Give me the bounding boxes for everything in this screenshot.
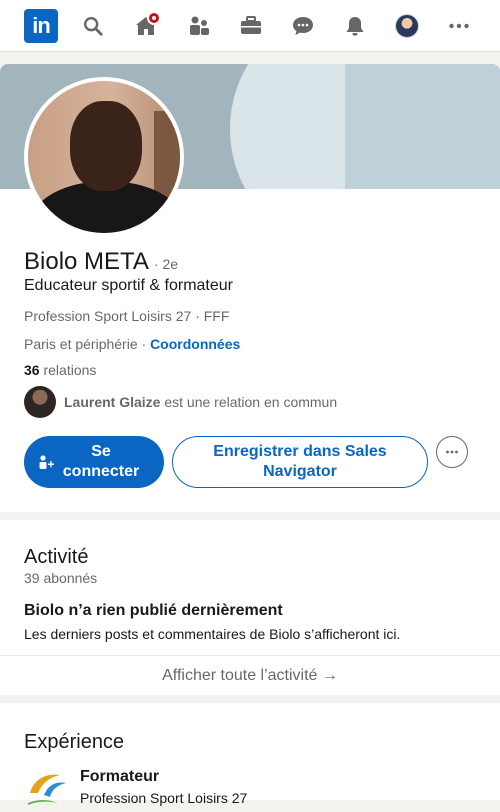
- notification-badge: [147, 11, 161, 25]
- followers-count: 39 abonnés: [24, 570, 98, 586]
- home-icon[interactable]: [130, 10, 162, 42]
- profile-name: Biolo META: [24, 248, 149, 275]
- experience-item-title: Formateur: [80, 768, 160, 785]
- notifications-icon[interactable]: [339, 10, 371, 42]
- mutual-suffix: est une relation en commun: [160, 394, 338, 410]
- name-row: Biolo META · 2e: [24, 248, 178, 276]
- profile-photo[interactable]: [24, 77, 184, 237]
- sales-navigator-label: Enregistrer dans Sales Navigator: [213, 443, 387, 480]
- activity-card: Activité 39 abonnés Biolo n’a rien publi…: [0, 520, 500, 695]
- contact-info-link[interactable]: Coordonnées: [150, 336, 240, 352]
- show-all-activity-link[interactable]: Afficher toute l’activité →: [0, 655, 500, 695]
- connect-label: Se connecter: [62, 443, 140, 480]
- activity-empty-title: Biolo n’a rien publié dernièrement: [24, 602, 283, 619]
- location-text: Paris et périphérie ·: [24, 336, 151, 352]
- network-icon[interactable]: [183, 10, 215, 42]
- mutual-connection-text: Laurent Glaize est une relation en commu…: [64, 394, 337, 410]
- profile-location: Paris et périphérie · Coordonnées: [24, 336, 240, 352]
- profile-headline: Educateur sportif & formateur: [24, 277, 233, 294]
- linkedin-logo[interactable]: in: [24, 9, 58, 43]
- add-person-icon: [38, 454, 54, 470]
- relations-number: 36: [24, 362, 40, 378]
- avatar: [395, 14, 419, 38]
- more-icon[interactable]: [443, 10, 475, 42]
- messaging-icon[interactable]: [287, 10, 319, 42]
- ellipsis-icon: [446, 450, 458, 454]
- connection-degree: · 2e: [153, 256, 179, 272]
- mutual-connection[interactable]: Laurent Glaize est une relation en commu…: [24, 386, 337, 418]
- search-icon[interactable]: [77, 10, 109, 42]
- top-nav: in: [0, 0, 500, 52]
- profile-card: Biolo META · 2e Educateur sportif & form…: [0, 64, 500, 512]
- company-logo[interactable]: [24, 767, 72, 807]
- profile-avatar[interactable]: [391, 10, 423, 42]
- avatar: [24, 386, 56, 418]
- relations-label: relations: [39, 362, 97, 378]
- experience-title: Expérience: [24, 731, 125, 753]
- jobs-icon[interactable]: [235, 10, 267, 42]
- save-sales-navigator-button[interactable]: Enregistrer dans Sales Navigator: [172, 436, 428, 488]
- experience-item-company: Profession Sport Loisirs 27: [80, 790, 248, 806]
- relations-count[interactable]: 36 relations: [24, 362, 96, 378]
- experience-card: Expérience Formateur Profession Sport Lo…: [0, 703, 500, 806]
- mutual-name: Laurent Glaize: [64, 394, 161, 410]
- more-actions-button[interactable]: [436, 436, 468, 468]
- connect-button[interactable]: Se connecter: [24, 436, 164, 488]
- profile-company: Profession Sport Loisirs 27 · FFF: [24, 308, 230, 324]
- activity-empty-desc: Les derniers posts et commentaires de Bi…: [24, 626, 401, 642]
- activity-title: Activité: [24, 546, 89, 568]
